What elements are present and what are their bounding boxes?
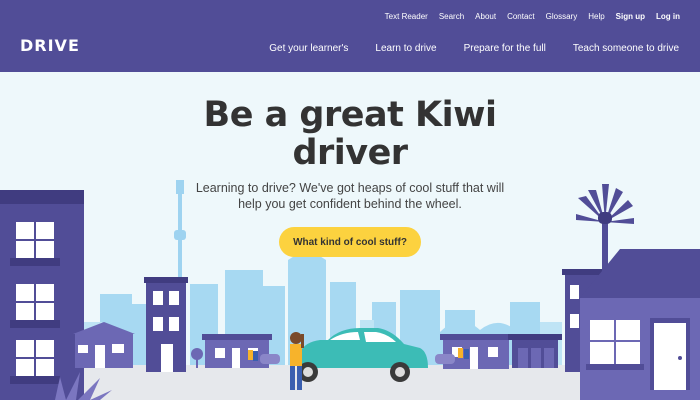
hero-title-line-1: Be a great Kiwi — [203, 95, 497, 135]
left-building — [0, 190, 84, 400]
util-link-text-reader[interactable]: Text Reader — [385, 12, 428, 21]
hero: Be a great Kiwi driver Learning to drive… — [0, 72, 700, 400]
sky-tower — [174, 180, 186, 277]
log-in-link[interactable]: Log in — [656, 12, 680, 21]
hero-subtitle: Learning to drive? We've got heaps of co… — [195, 181, 505, 211]
hero-title: Be a great Kiwi driver — [0, 96, 700, 172]
sign-up-link[interactable]: Sign up — [616, 12, 645, 21]
cool-stuff-button[interactable]: What kind of cool stuff? — [279, 227, 421, 257]
nav-item-learn-to-drive[interactable]: Learn to drive — [375, 43, 436, 54]
nav-item-learners[interactable]: Get your learner's — [269, 43, 348, 54]
utility-nav: Text Reader Search About Contact Glossar… — [374, 12, 680, 21]
hero-title-line-2: driver — [292, 133, 408, 173]
learner-person — [290, 332, 304, 390]
util-link-help[interactable]: Help — [588, 12, 604, 21]
site-header: DRIVE Text Reader Search About Contact G… — [0, 0, 700, 72]
nav-item-teach-someone[interactable]: Teach someone to drive — [573, 43, 679, 54]
util-link-search[interactable]: Search — [439, 12, 464, 21]
util-link-glossary[interactable]: Glossary — [546, 12, 578, 21]
main-nav: Get your learner's Learn to drive Prepar… — [242, 43, 679, 54]
nav-item-prepare-full[interactable]: Prepare for the full — [464, 43, 546, 54]
util-link-contact[interactable]: Contact — [507, 12, 535, 21]
mid-building — [144, 277, 188, 372]
drive-logo[interactable]: DRIVE — [20, 36, 80, 55]
util-link-about[interactable]: About — [475, 12, 496, 21]
